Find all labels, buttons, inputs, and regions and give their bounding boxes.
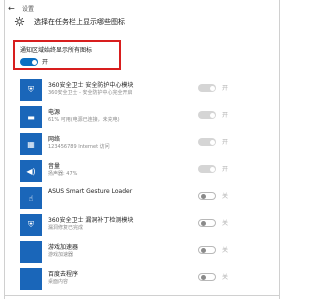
app-row[interactable]: ☝ ASUS Smart Gesture Loader 关 xyxy=(20,187,270,211)
app-name: 网络 xyxy=(48,136,61,143)
network-icon: ▦ xyxy=(20,133,42,155)
app-row[interactable]: 百度去程序 桌面内容 关 xyxy=(20,268,270,292)
gear-icon xyxy=(14,16,25,27)
app-row[interactable]: ▬ 电源 61% 可用(电源已连接，未充电) 开 xyxy=(20,106,270,130)
toggle-knob xyxy=(209,112,215,118)
app-toggle-state: 关 xyxy=(222,247,229,254)
app-row[interactable]: ⛨ 360安全卫士 安全防护中心模块 360安全卫士 - 安全防护中心完全开启 开 xyxy=(20,79,270,103)
asus-gesture-icon: ☝ xyxy=(20,187,42,209)
app-title: 设置 xyxy=(22,5,35,13)
app-name: 360安全卫士 漏洞补丁检测模块 xyxy=(48,217,134,224)
app-row[interactable]: ▦ 网络 123456789 Internet 访问 开 xyxy=(20,133,270,157)
back-arrow-icon[interactable]: ← xyxy=(8,4,20,13)
app-toggle-state: 关 xyxy=(222,220,229,227)
app-toggle[interactable] xyxy=(198,192,216,200)
toggle-knob xyxy=(200,193,206,199)
app-row[interactable]: ⛨ 360安全卫士 漏洞补丁检测模块 漏洞修复已完成 关 xyxy=(20,214,270,238)
window-left-border xyxy=(4,0,5,299)
app-description: 扬声器: 47% xyxy=(48,171,78,177)
app-row[interactable]: 游戏加速器 游戏加速器 关 xyxy=(20,241,270,265)
app-toggle xyxy=(198,165,216,173)
app-toggle-state: 关 xyxy=(222,274,229,281)
page-title: 选择在任务栏上显示哪些图标 xyxy=(34,17,125,26)
app-description: 61% 可用(电源已连接，未充电) xyxy=(48,117,120,123)
toggle-knob xyxy=(209,166,215,172)
always-show-toggle[interactable] xyxy=(20,58,38,66)
always-show-state: 开 xyxy=(42,59,49,66)
window-right-border xyxy=(279,0,280,299)
app-toggle xyxy=(198,111,216,119)
toggle-knob xyxy=(200,220,206,226)
app-name: 百度去程序 xyxy=(48,271,79,278)
app-icon xyxy=(20,268,42,290)
app-toggle-state: 开 xyxy=(222,166,229,173)
app-icon xyxy=(20,241,42,263)
always-show-label: 通知区域始终显示所有图标 xyxy=(20,47,93,54)
app-name: 游戏加速器 xyxy=(48,244,79,251)
shield-icon: ⛨ xyxy=(20,214,42,236)
app-description: 360安全卫士 - 安全防护中心完全开启 xyxy=(48,90,133,96)
battery-icon: ▬ xyxy=(20,106,42,128)
app-toggle xyxy=(198,84,216,92)
app-toggle[interactable] xyxy=(198,219,216,227)
app-toggle-state: 关 xyxy=(222,193,229,200)
page-header: 选择在任务栏上显示哪些图标 xyxy=(14,16,125,27)
app-name: 音量 xyxy=(48,163,61,170)
app-row[interactable]: ◀) 音量 扬声器: 47% 开 xyxy=(20,160,270,184)
app-toggle xyxy=(198,138,216,146)
toggle-knob xyxy=(31,59,37,65)
shield-icon: ⛨ xyxy=(20,79,42,101)
app-description: 游戏加速器 xyxy=(48,252,74,258)
app-toggle-state: 开 xyxy=(222,112,229,119)
toggle-knob xyxy=(200,247,206,253)
app-description: 漏洞修复已完成 xyxy=(48,225,84,231)
app-description: 桌面内容 xyxy=(48,279,69,285)
toggle-knob xyxy=(209,139,215,145)
app-description: 123456789 Internet 访问 xyxy=(48,144,110,150)
title-bar: ← 设置 xyxy=(8,2,34,14)
toggle-knob xyxy=(209,85,215,91)
app-name: 360安全卫士 安全防护中心模块 xyxy=(48,82,134,89)
app-toggle[interactable] xyxy=(198,246,216,254)
app-toggle-state: 开 xyxy=(222,139,229,146)
window-bottom-border xyxy=(4,295,280,296)
toggle-knob xyxy=(200,274,206,280)
volume-icon: ◀) xyxy=(20,160,42,182)
app-name: 电源 xyxy=(48,109,61,116)
app-toggle[interactable] xyxy=(198,273,216,281)
app-toggle-state: 开 xyxy=(222,85,229,92)
app-name: ASUS Smart Gesture Loader xyxy=(48,188,133,195)
